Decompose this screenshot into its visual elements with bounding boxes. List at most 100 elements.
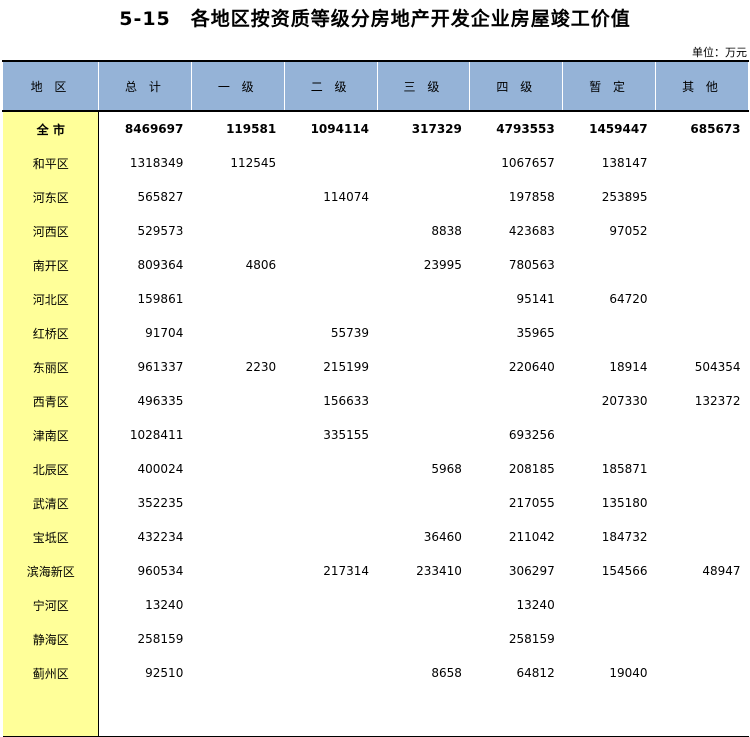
cell-total: 91704 bbox=[145, 326, 184, 340]
cell-grade-2: 335155 bbox=[323, 428, 370, 442]
cell-grade-1 bbox=[191, 520, 284, 554]
cell-provisional: 97052 bbox=[609, 224, 648, 238]
header-region: 地 区 bbox=[2, 60, 99, 112]
table-row: 西青区 496335 156633 207330 132372 bbox=[2, 384, 749, 418]
table-row: 和平区 1318349 112545 1067657 138147 bbox=[2, 146, 749, 180]
cell-other bbox=[656, 316, 749, 350]
cell-provisional bbox=[563, 316, 656, 350]
cell-grade-4: 423683 bbox=[508, 224, 555, 238]
table-body: 全 市 8469697 119581 1094114 317329 4793553 1459… bbox=[2, 111, 749, 737]
header-grade-3: 三 级 bbox=[376, 60, 471, 112]
cell-grade-4: 211042 bbox=[508, 530, 555, 544]
cell-grade-3 bbox=[377, 418, 470, 452]
cell-provisional bbox=[563, 588, 656, 622]
cell-region: 滨海新区 bbox=[2, 554, 99, 588]
cell-grade-3 bbox=[377, 316, 470, 350]
cell-grade-2: 55739 bbox=[330, 326, 370, 340]
cell-grade-1 bbox=[191, 180, 284, 214]
empty-cell bbox=[655, 690, 749, 737]
cell-provisional: 1459447 bbox=[589, 122, 648, 136]
cell-region: 北辰区 bbox=[2, 452, 99, 486]
cell-other bbox=[656, 146, 749, 180]
cell-provisional: 138147 bbox=[601, 156, 648, 170]
table-row: 南开区 809364 4806 23995 780563 bbox=[2, 248, 749, 282]
cell-grade-1 bbox=[191, 282, 284, 316]
cell-provisional: 185871 bbox=[601, 462, 648, 476]
cell-total: 432234 bbox=[137, 530, 184, 544]
cell-grade-3: 23995 bbox=[423, 258, 462, 272]
cell-provisional: 19040 bbox=[609, 666, 648, 680]
cell-other: 132372 bbox=[694, 394, 741, 408]
cell-total: 1028411 bbox=[129, 428, 184, 442]
cell-total: 159861 bbox=[137, 292, 184, 306]
cell-grade-1: 4806 bbox=[245, 258, 277, 272]
data-table: 地 区 总 计 一 级 二 级 三 级 四 级 暂 定 其 他 全 市 84696… bbox=[2, 60, 749, 737]
cell-grade-1 bbox=[191, 486, 284, 520]
cell-grade-3: 317329 bbox=[411, 122, 462, 136]
cell-grade-1 bbox=[191, 214, 284, 248]
table-row: 北辰区 400024 5968 208185 185871 bbox=[2, 452, 749, 486]
cell-region: 红桥区 bbox=[2, 316, 99, 350]
cell-grade-4: 217055 bbox=[508, 496, 555, 510]
cell-grade-2: 156633 bbox=[323, 394, 370, 408]
cell-provisional bbox=[563, 622, 656, 656]
cell-region: 河北区 bbox=[2, 282, 99, 316]
cell-provisional bbox=[563, 248, 656, 282]
cell-grade-3 bbox=[377, 350, 470, 384]
cell-region: 南开区 bbox=[2, 248, 99, 282]
cell-other bbox=[656, 588, 749, 622]
table-row: 静海区 258159 258159 bbox=[2, 622, 749, 656]
empty-cell bbox=[284, 690, 378, 737]
cell-region: 静海区 bbox=[2, 622, 99, 656]
cell-grade-3 bbox=[377, 180, 470, 214]
cell-grade-4: 693256 bbox=[508, 428, 555, 442]
cell-region: 河东区 bbox=[2, 180, 99, 214]
table-row: 滨海新区 960534 217314 233410 306297 154566 48947 bbox=[2, 554, 749, 588]
cell-provisional: 184732 bbox=[601, 530, 648, 544]
header-other: 其 他 bbox=[655, 60, 749, 112]
cell-region: 全 市 bbox=[2, 111, 99, 146]
cell-total: 258159 bbox=[137, 632, 184, 646]
cell-grade-3: 233410 bbox=[416, 564, 462, 578]
cell-region: 宝坻区 bbox=[2, 520, 99, 554]
cell-other bbox=[656, 622, 749, 656]
table-row: 河东区 565827 114074 197858 253895 bbox=[2, 180, 749, 214]
table-row: 河北区 159861 95141 64720 bbox=[2, 282, 749, 316]
page-title: 5-15 各地区按资质等级分房地产开发企业房屋竣工价值 bbox=[119, 8, 631, 30]
cell-grade-4: 306297 bbox=[508, 564, 555, 578]
cell-grade-4: 13240 bbox=[516, 598, 555, 612]
cell-grade-2 bbox=[284, 452, 377, 486]
cell-provisional: 253895 bbox=[601, 190, 648, 204]
cell-region: 西青区 bbox=[2, 384, 99, 418]
table-row: 武清区 352235 217055 135180 bbox=[2, 486, 749, 520]
table-row: 红桥区 91704 55739 35965 bbox=[2, 316, 749, 350]
cell-grade-1: 2230 bbox=[245, 360, 277, 374]
cell-total: 400024 bbox=[137, 462, 184, 476]
cell-grade-1: 119581 bbox=[226, 122, 277, 136]
empty-cell bbox=[98, 690, 192, 737]
unit-label: 单位：万元 bbox=[692, 46, 747, 59]
cell-grade-4: 64812 bbox=[516, 666, 555, 680]
cell-total: 809364 bbox=[137, 258, 184, 272]
cell-region: 东丽区 bbox=[2, 350, 99, 384]
cell-grade-2 bbox=[284, 214, 377, 248]
cell-other bbox=[656, 452, 749, 486]
empty-cell bbox=[562, 690, 656, 737]
cell-grade-4: 35965 bbox=[516, 326, 555, 340]
cell-grade-2: 215199 bbox=[323, 360, 370, 374]
cell-grade-4: 95141 bbox=[516, 292, 555, 306]
cell-grade-1 bbox=[191, 452, 284, 486]
cell-grade-4: 197858 bbox=[508, 190, 555, 204]
cell-grade-2 bbox=[284, 486, 377, 520]
cell-region: 宁河区 bbox=[2, 588, 99, 622]
cell-other bbox=[656, 248, 749, 282]
cell-grade-2 bbox=[284, 248, 377, 282]
cell-grade-4: 220640 bbox=[508, 360, 555, 374]
cell-grade-2 bbox=[284, 622, 377, 656]
cell-total: 352235 bbox=[137, 496, 184, 510]
cell-grade-4: 1067657 bbox=[501, 156, 555, 170]
cell-grade-1 bbox=[191, 316, 284, 350]
empty-cell bbox=[377, 690, 470, 737]
cell-region: 武清区 bbox=[2, 486, 99, 520]
cell-grade-4: 208185 bbox=[508, 462, 555, 476]
